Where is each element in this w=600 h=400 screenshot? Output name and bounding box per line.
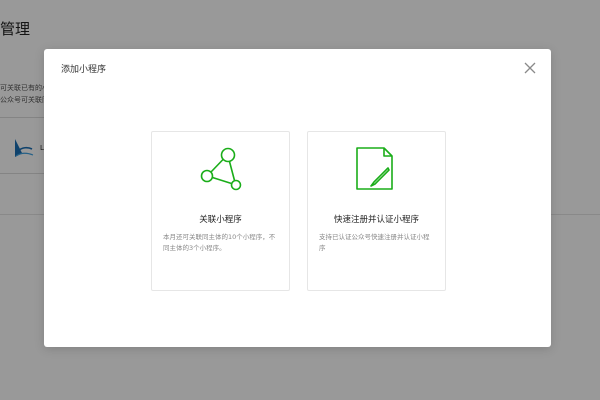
dialog-title: 添加小程序 [61,65,107,75]
close-icon[interactable] [523,61,537,75]
link-miniprogram-card[interactable]: 关联小程序 本月还可关联同主体的10个小程序，不同主体的3个小程序。 [151,131,290,291]
share-nodes-icon [200,147,242,191]
document-edit-icon [356,147,393,190]
link-miniprogram-title: 关联小程序 [199,215,242,225]
quick-register-title: 快速注册并认证小程序 [333,215,419,225]
quick-register-card[interactable]: 快速注册并认证小程序 支持已认证公众号快速注册并认证小程序 [307,131,446,291]
quick-register-desc: 支持已认证公众号快速注册并认证小程序 [319,233,430,252]
add-miniprogram-dialog: 添加小程序 关联小程序 本月还可关联同主体的10个小程序，不同主体的3个小程序。 [44,49,551,347]
link-miniprogram-desc: 本月还可关联同主体的10个小程序，不同主体的3个小程序。 [163,233,276,252]
